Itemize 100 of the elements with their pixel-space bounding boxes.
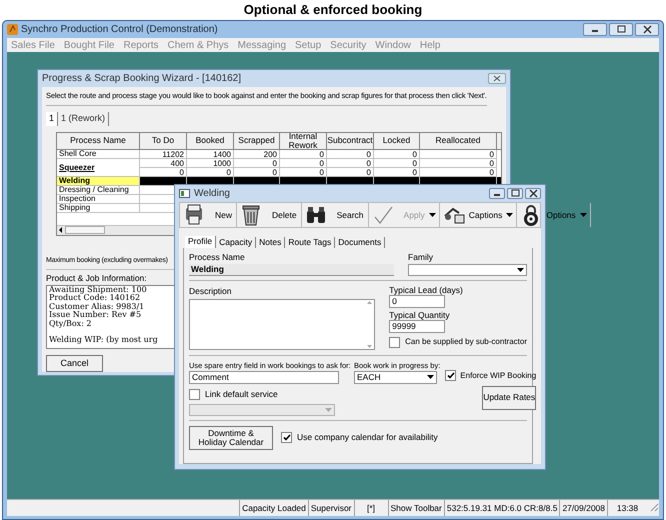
tab[interactable]: Route Tags [285,237,336,248]
checkbox-label: Link default service [205,388,278,400]
tab[interactable]: Profile [185,236,216,248]
toolbar-button[interactable]: Delete [237,203,302,227]
input-field[interactable]: 99999 [389,320,446,333]
input-field[interactable]: Comment [189,370,339,384]
table-cell: 200 [234,150,280,158]
dialog-title: Progress & Scrap Booking Wizard - [140162] [42,72,241,86]
info-line: Product Code: 140162 [49,294,142,302]
checkmark-icon [446,372,455,379]
info-line: Awaiting Shipment: 100 [49,286,148,294]
close-button[interactable] [488,73,506,84]
page-caption: Optional & enforced booking [242,1,424,20]
table-cell: 0 [280,158,327,168]
vertical-scrollbar[interactable] [365,300,374,348]
column-header[interactable]: Locked [374,132,420,150]
status-pane: Capacity Loaded [239,500,308,516]
maximize-button[interactable] [609,23,633,36]
scrollbar-thumb[interactable] [65,226,105,234]
binoculars-icon [304,204,327,226]
column-header[interactable]: To Do [140,132,187,150]
table-cell: 0 [327,150,374,158]
text-area[interactable] [189,298,376,350]
dropdown-field[interactable]: EACH [354,370,437,384]
info-line: Qty/Box: 2 [49,320,93,328]
table-cell: 11202 [140,150,187,158]
update-rates-button[interactable]: Update Rates [482,386,536,410]
minimize-button[interactable] [489,188,505,199]
info-line: Welding WIP: (by most urg [49,336,159,345]
column-header[interactable]: Subcontract [327,132,374,150]
status-pane: 27/09/2008 [559,500,607,516]
table-cell: 0 [327,158,374,168]
checkmark-icon [282,434,290,441]
field-label: Family [408,251,434,264]
status-pane: Show Toolbar [388,500,444,516]
tab[interactable]: Documents [335,237,386,248]
window-title: Synchro Production Control (Demonstration) [21,23,219,37]
field-label: Description [189,284,233,298]
tab[interactable]: Capacity [216,237,256,248]
column-header[interactable]: Reallocated [420,132,497,150]
checkmark-icon [372,204,394,226]
cancel-button[interactable]: Cancel [46,354,103,372]
table-cell: Squeezer [57,158,140,176]
field-label: Process Name [189,251,246,264]
table-cell: 1000 [187,158,234,168]
status-pane: 532:5.19.31 MD:6.0 CR:8/8.5 [444,500,560,516]
close-button[interactable] [635,23,659,36]
checkbox[interactable] [389,336,400,348]
close-icon [493,75,501,82]
column-header[interactable]: Scrapped [234,132,280,150]
grid-row[interactable]: Shell Core 11202 1400 200 0 0 0 0 [57,150,501,158]
input-field[interactable]: Welding [189,264,394,276]
scroll-left-icon [57,226,65,234]
caret-icon [517,268,524,272]
toolbar-button[interactable]: Options [517,203,591,227]
column-header[interactable]: Internal Rework [280,132,327,150]
tab[interactable]: 1 [46,112,58,126]
tab[interactable]: Notes [256,237,286,248]
dropdown-field[interactable] [189,404,335,416]
window-icon [179,189,190,198]
scroll-up-icon [367,300,372,304]
table-cell: 0 [234,158,280,168]
grid-row[interactable]: Squeezer 400 0 1000 0 0 0 0 0 0 0 0 0 0 0 [57,158,501,176]
toolbar-button[interactable]: Captions [440,203,518,227]
dropdown-field[interactable] [408,264,527,276]
tab[interactable]: 1 (Rework) [58,112,110,126]
table-cell: 0 [374,150,420,158]
checkbox-label: Can be supplied by sub-contractor [405,337,527,348]
status-pane: 13:38 [607,500,647,516]
toolbar-button[interactable]: Search [302,203,369,227]
checkbox-label: Enforce WIP Booking [460,370,536,382]
minimize-button[interactable] [583,23,607,36]
info-line: Customer Alias: 9983/1 [49,302,146,311]
status-pane: [*] [354,500,388,516]
app-icon [7,24,18,35]
status-pane: Supervisor [308,500,354,516]
toolbar-button[interactable]: New [180,203,238,227]
field-label: Typical Lead (days) [389,284,464,295]
downtime-calendar-button[interactable]: Downtime & Holiday Calendar [189,426,273,450]
table-cell: 0 [420,150,497,158]
field-value: EACH [357,370,381,384]
window-title: Welding [194,187,231,201]
table-cell: 400 [140,158,187,168]
close-button[interactable] [525,188,541,199]
checkbox[interactable] [281,432,292,443]
info-line: Issue Number: Rev #5 [49,311,142,320]
input-field[interactable]: 0 [389,294,446,308]
column-header[interactable]: Process Name [57,132,140,150]
table-cell: 0 [374,158,420,168]
table-cell: 1400 [187,150,234,158]
checkbox[interactable] [445,370,456,381]
checkbox[interactable] [189,388,200,400]
scroll-down-icon [367,344,372,348]
field-label: Typical Quantity [389,310,451,320]
caret-icon [325,408,332,412]
checkbox-label: Use company calendar for availability [297,431,438,444]
table-cell: 0 [280,150,327,158]
maximize-button[interactable] [507,188,523,199]
table-cell: 0 [420,158,497,168]
column-header[interactable]: Booked [187,132,234,150]
